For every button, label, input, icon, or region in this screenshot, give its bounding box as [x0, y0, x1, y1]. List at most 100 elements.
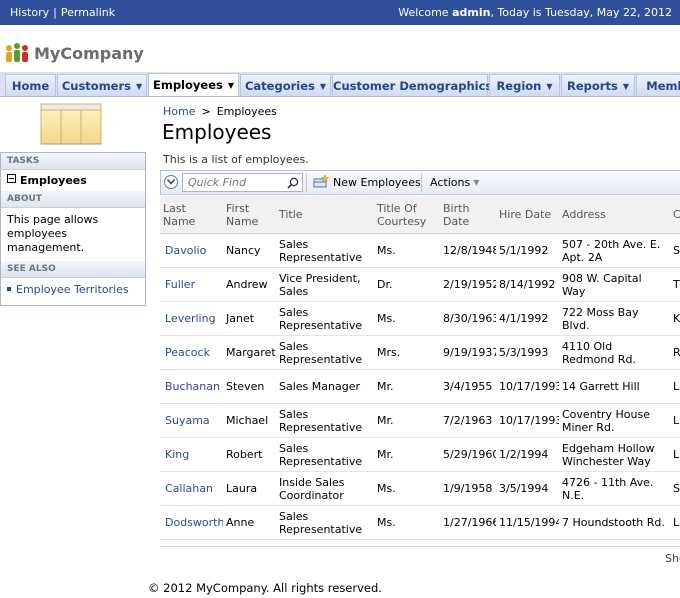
nav-tab-label: Region [496, 79, 542, 93]
table-cell: R [670, 335, 680, 370]
table-cell: 3/5/1994 [496, 471, 559, 506]
table-cell: Sales Representative [276, 437, 374, 472]
employee-last-name-link[interactable]: Peacock [160, 335, 223, 370]
search-icon[interactable] [287, 177, 299, 189]
sidebar: TASKS Employees ABOUT This page allows e… [0, 152, 146, 306]
column-header[interactable]: Hire Date [496, 196, 559, 234]
table-row[interactable]: Callahan Laura Inside Sales Coordinator Ms.… [160, 471, 680, 506]
nav-tab-reports[interactable]: Reports ▼ [561, 74, 635, 96]
nav-tab-employees[interactable]: Employees ▼ [148, 73, 239, 96]
employee-last-name-link[interactable]: Dodsworth [160, 505, 223, 540]
actions-label: Actions [430, 176, 471, 189]
employee-last-name-link[interactable]: Buchanan [160, 369, 223, 404]
table-cell: Sales Representative [276, 233, 374, 268]
table-row[interactable]: Suyama Michael Sales Representative Mr. 7/2/… [160, 403, 680, 438]
table-cell: Dr. [374, 267, 440, 302]
table-cell: 4726 - 11th Ave. N.E. [559, 471, 670, 506]
nav-tab-categories[interactable]: Categories ▼ [240, 74, 331, 96]
table-cell: 1/9/1958 [440, 471, 496, 506]
nav-tab-region[interactable]: Region ▼ [489, 74, 560, 96]
top-links: History | Permalink [10, 6, 115, 19]
table-cell: Janet [223, 301, 276, 336]
nav-tab-customer-demographics[interactable]: Customer Demographics [332, 74, 492, 96]
table-row[interactable]: King Robert Sales Representative Mr. 5/29/19… [160, 437, 680, 472]
table-cell: S [670, 471, 680, 506]
company-logo-icon [6, 43, 28, 62]
table-row[interactable]: Peacock Margaret Sales Representative Mrs. 9… [160, 335, 680, 370]
table-cell: 1/2/1994 [496, 437, 559, 472]
table-cell: Margaret [223, 335, 276, 370]
nav-tab-memb[interactable]: Memb [636, 74, 680, 96]
nav-tab-customers[interactable]: Customers ▼ [57, 74, 147, 96]
column-header[interactable]: C [670, 196, 680, 234]
table-cell: L [670, 437, 680, 472]
employee-last-name-link[interactable]: King [160, 437, 223, 472]
new-employees-button[interactable]: New Employees [313, 175, 421, 191]
employee-last-name-link[interactable]: Callahan [160, 471, 223, 506]
column-header[interactable]: Birth Date [440, 196, 496, 234]
table-cell: Vice President, Sales [276, 267, 374, 302]
sidebar-task-employees[interactable]: Employees [1, 170, 145, 191]
table-cell: 507 - 20th Ave. E. Apt. 2A [559, 233, 670, 268]
table-cell: L [670, 505, 680, 540]
column-header[interactable]: Last Name [160, 196, 223, 234]
sidebar-seealso-header: SEE ALSO [1, 261, 145, 278]
permalink-link[interactable]: Permalink [61, 6, 115, 19]
table-row[interactable]: Davolio Nancy Sales Representative Ms. 12/8/… [160, 233, 680, 268]
table-cell: Robert [223, 437, 276, 472]
table-cell: Sales Manager [276, 369, 374, 404]
table-cell: 4110 Old Redmond Rd. [559, 335, 670, 370]
table-cell: Sales Representative [276, 301, 374, 336]
table-cell: Sales Representative [276, 505, 374, 540]
main-navigation: Home Customers ▼ Employees ▼ Categories ▼ Custo… [0, 72, 680, 97]
chevron-down-icon[interactable]: ▼ [136, 82, 142, 91]
column-header[interactable]: Title Of Courtesy [374, 196, 440, 234]
quick-find-input[interactable] [182, 173, 303, 192]
chevron-down-icon[interactable]: ▼ [320, 82, 326, 91]
table-cell: Ms. [374, 233, 440, 268]
table-cell: 908 W. Capital Way [559, 267, 670, 302]
bullet-icon [7, 287, 11, 291]
breadcrumb-separator: > [201, 105, 211, 118]
nav-tab-label: Employees [152, 78, 223, 92]
breadcrumb-home-link[interactable]: Home [163, 105, 195, 118]
employee-last-name-link[interactable]: Leverling [160, 301, 223, 336]
sidebar-about-header: ABOUT [1, 191, 145, 208]
nav-tab-label: Categories [244, 79, 315, 93]
top-bar: History | Permalink Welcome admin, Today i… [0, 0, 680, 25]
page-title: Employees [162, 120, 272, 144]
table-row[interactable]: Buchanan Steven Sales Manager Mr. 3/4/1955 10… [160, 369, 680, 404]
employee-last-name-link[interactable]: Fuller [160, 267, 223, 302]
grid-footer-text: Sho [665, 552, 680, 565]
chevron-down-icon[interactable]: ▼ [623, 82, 629, 91]
employee-last-name-link[interactable]: Suyama [160, 403, 223, 438]
column-header[interactable]: First Name [223, 196, 276, 234]
table-cell: 8/30/1963 [440, 301, 496, 336]
chevron-down-icon [167, 179, 175, 185]
table-cell: 10/17/1993 [496, 369, 559, 404]
nav-tab-home[interactable]: Home [5, 74, 56, 96]
table-row[interactable]: Dodsworth Anne Sales Representative Ms. 1/27… [160, 505, 680, 540]
employee-last-name-link[interactable]: Davolio [160, 233, 223, 268]
nav-tab-label: Reports [567, 79, 618, 93]
table-cell: 2/19/1952 [440, 267, 496, 302]
actions-menu-button[interactable]: Actions ▼ [430, 175, 479, 191]
history-link[interactable]: History [10, 6, 49, 19]
company-name: MyCompany [34, 44, 144, 63]
table-row[interactable]: Fuller Andrew Vice President, Sales Dr. 2/19… [160, 267, 680, 302]
table-cell: 5/3/1993 [496, 335, 559, 370]
table-cell: Anne [223, 505, 276, 540]
grid-toolbar: New Employees Actions▼ [160, 170, 680, 195]
sidebar-link-employee-territories[interactable]: Employee Territories [1, 278, 145, 301]
table-cell: Mr. [374, 403, 440, 438]
view-selector-button[interactable] [164, 175, 178, 189]
breadcrumb-current: Employees [216, 105, 277, 118]
table-cell: K [670, 301, 680, 336]
chevron-down-icon[interactable]: ▼ [546, 82, 552, 91]
column-header[interactable]: Title [276, 196, 374, 234]
table-cell: Andrew [223, 267, 276, 302]
column-header[interactable]: Address [559, 196, 670, 234]
chevron-down-icon[interactable]: ▼ [228, 81, 234, 90]
table-row[interactable]: Leverling Janet Sales Representative Ms. 8/3… [160, 301, 680, 336]
nav-tab-label: Customer Demographics [333, 79, 493, 93]
